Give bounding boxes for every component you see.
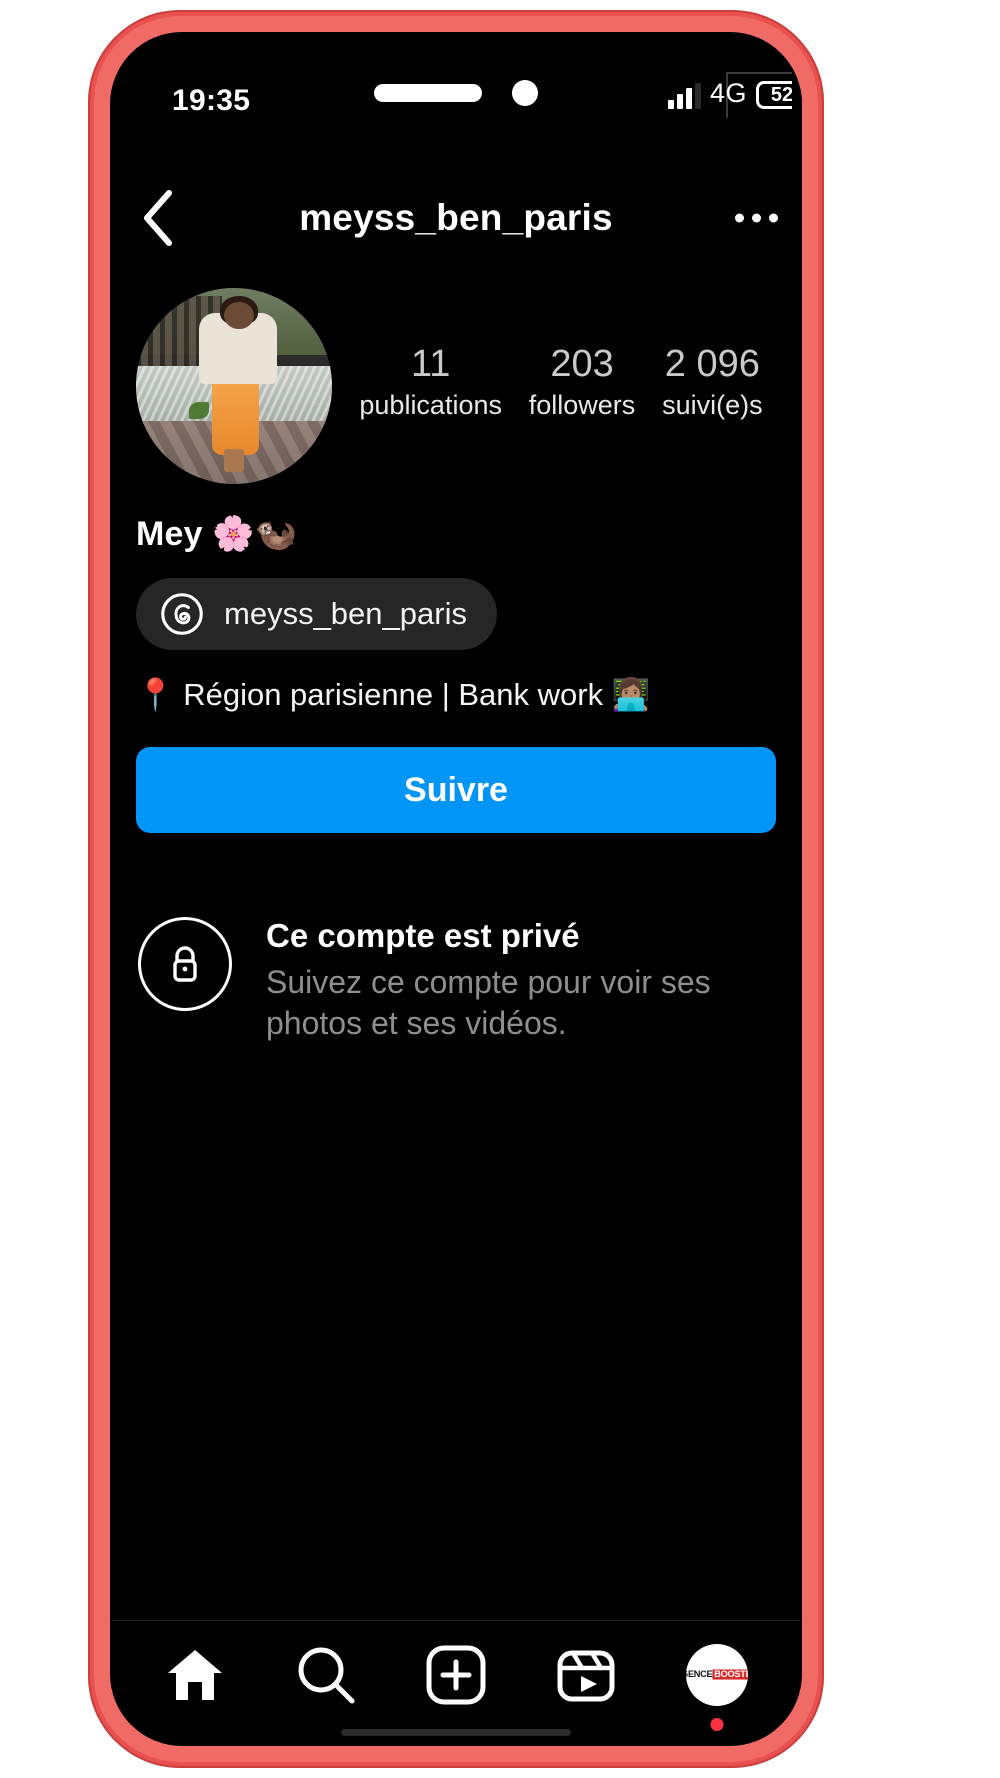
bio-section: Mey 🌸🦦 meyss_ben_paris 📍 Région parisien…: [110, 484, 802, 713]
front-camera: [512, 80, 538, 106]
battery-level: 52: [770, 83, 794, 106]
status-bar-clip: [792, 32, 802, 140]
chevron-left-icon: [144, 190, 172, 246]
display-name: Mey 🌸🦦: [136, 515, 298, 553]
more-options-icon[interactable]: [735, 213, 778, 223]
search-icon: [298, 1647, 355, 1703]
stat-followers[interactable]: 203 followers: [529, 342, 636, 423]
home-icon: [168, 1649, 223, 1700]
speaker-grille: [374, 84, 482, 102]
profile-summary: 11 publications 203 followers 2 096 suiv…: [110, 266, 802, 484]
nav-reels[interactable]: [544, 1633, 628, 1717]
private-notice-title: Ce compte est privé: [266, 917, 580, 954]
plus-square-icon: [426, 1645, 486, 1704]
nav-profile[interactable]: AGENCEBOOSTER: [675, 1633, 759, 1731]
threads-icon: [161, 593, 203, 635]
lock-icon: [138, 917, 232, 1011]
threads-handle: meyss_ben_paris: [224, 596, 467, 631]
stat-following[interactable]: 2 096 suivi(e)s: [662, 342, 763, 423]
nav-create[interactable]: [414, 1633, 498, 1717]
stat-following-value: 2 096: [664, 342, 760, 385]
page-title: meyss_ben_paris: [299, 197, 613, 238]
nav-search[interactable]: [284, 1633, 368, 1717]
stat-publications[interactable]: 11 publications: [359, 342, 502, 423]
private-notice-text: Ce compte est privé Suivez ce compte pou…: [266, 911, 762, 1044]
home-indicator[interactable]: [341, 1729, 571, 1736]
avatar-text-right: BOOSTER: [711, 1669, 748, 1680]
lock-glyph-icon: [173, 946, 197, 982]
phone-screen: 19:35 4G 52 meyss_ben_paris 11 publicati…: [110, 32, 802, 1746]
notch-edge-top: [726, 72, 802, 74]
stat-following-label: suivi(e)s: [662, 389, 763, 420]
reels-icon: [557, 1650, 615, 1701]
stat-publications-value: 11: [410, 342, 451, 385]
back-button[interactable]: [128, 188, 188, 248]
bottom-navigation: AGENCEBOOSTER: [110, 1620, 802, 1746]
network-type: 4G: [709, 78, 747, 108]
profile-avatar-icon: AGENCEBOOSTER: [685, 1643, 748, 1706]
stat-followers-value: 203: [550, 342, 614, 385]
private-account-notice: Ce compte est privé Suivez ce compte pou…: [110, 833, 802, 1044]
nav-home[interactable]: [153, 1633, 237, 1717]
stat-followers-label: followers: [528, 389, 636, 420]
signal-bars-icon: [667, 83, 701, 109]
avatar-photo: [136, 288, 332, 484]
profile-stats: 11 publications 203 followers 2 096 suiv…: [332, 342, 776, 431]
notch: [374, 80, 538, 106]
avatar[interactable]: [136, 288, 332, 484]
status-indicators: 4G 52: [667, 78, 802, 109]
notification-dot: [710, 1717, 724, 1731]
profile-avatar-label: AGENCEBOOSTER: [686, 1669, 748, 1680]
private-notice-subtitle: Suivez ce compte pour voir ses photos et…: [266, 963, 711, 1041]
follow-button[interactable]: Suivre: [136, 747, 776, 833]
status-time: 19:35: [172, 84, 251, 117]
app-header: meyss_ben_paris: [110, 170, 802, 266]
bio-text: 📍 Région parisienne | Bank work 👩🏽‍💻: [136, 677, 651, 712]
avatar-text-left: AGENCE: [686, 1669, 713, 1680]
status-bar: 19:35 4G 52: [110, 32, 802, 140]
threads-badge[interactable]: meyss_ben_paris: [136, 578, 497, 650]
stat-publications-label: publications: [359, 389, 502, 420]
